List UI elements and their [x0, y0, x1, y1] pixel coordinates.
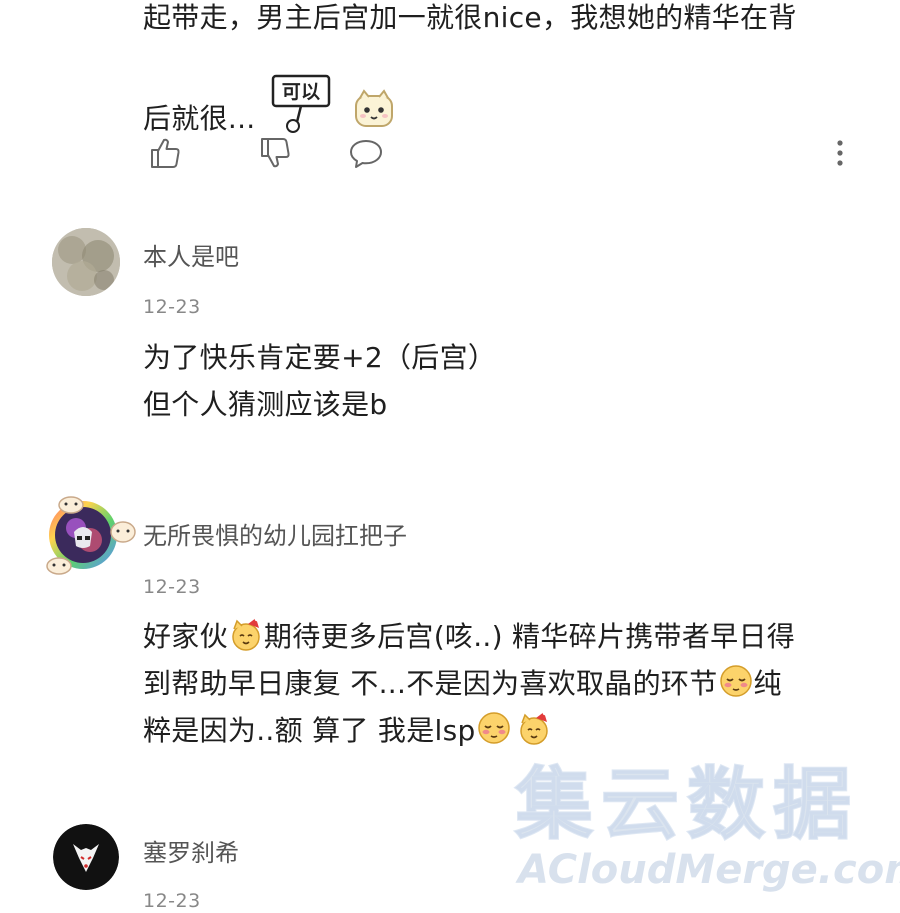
comment-action-bar [148, 136, 858, 176]
reply-button[interactable] [348, 136, 384, 172]
comment-text-segment: 粹是因为..额 算了 我是lsp [143, 714, 476, 747]
comment-line: 好家伙 期待更多后宫(咳..) 精华碎片携带者早日得 [143, 616, 795, 657]
cat-paw-sticker-icon [44, 554, 74, 580]
cat-paw-sticker-icon [108, 518, 138, 548]
more-button[interactable] [828, 136, 852, 172]
top-comment-line2: 后就很... 可以 [143, 72, 396, 139]
bear-face-icon [352, 88, 396, 130]
like-icon [151, 138, 180, 168]
dislike-icon [261, 138, 290, 168]
comment-date: 12-23 [143, 576, 201, 598]
comment-line: 粹是因为..额 算了 我是lsp [143, 710, 552, 751]
avatar[interactable] [52, 228, 120, 296]
sign-sticker-text: 可以 [281, 81, 320, 103]
comment-line: 到帮助早日康复 不...不是因为喜欢取晶的环节 纯 [143, 663, 782, 704]
comment-text-segment: 纯 [753, 667, 782, 700]
like-button[interactable] [148, 136, 184, 172]
watermark-cn: 集云数据 [514, 759, 860, 851]
comment-line: 为了快乐肯定要+2（后宫） [143, 341, 497, 374]
avatar[interactable] [53, 824, 119, 890]
comment-date: 12-23 [143, 890, 201, 912]
comment-date: 12-23 [143, 296, 201, 318]
comment-text-segment: 到帮助早日康复 不...不是因为喜欢取晶的环节 [143, 667, 718, 700]
comment-username[interactable]: 本人是吧 [143, 242, 239, 272]
comment-username[interactable]: 无所畏惧的幼儿园扛把子 [143, 521, 407, 551]
cat-santa-emoji-icon [228, 616, 264, 652]
comment-text-segment: 期待更多后宫(咳..) 精华碎片携带者早日得 [263, 620, 796, 653]
shy-face-emoji-icon [718, 663, 754, 699]
avatar-image-3 [53, 824, 119, 890]
comment-text-segment: 好家伙 [143, 620, 228, 653]
top-comment-line2-text: 后就很... [143, 102, 256, 135]
reply-icon [350, 140, 382, 168]
sign-sticker-icon: 可以 [269, 72, 339, 138]
comment-line: 但个人猜测应该是b [143, 388, 388, 421]
more-icon [837, 140, 843, 166]
comment-username[interactable]: 塞罗刹希 [143, 838, 239, 868]
shy-face-emoji-icon [476, 710, 512, 746]
dislike-button[interactable] [258, 136, 294, 172]
cat-santa-emoji-icon [516, 710, 552, 746]
avatar-image-1 [52, 228, 120, 296]
watermark-en: ACloudMerge.com [518, 847, 900, 893]
top-comment-line1: 起带走，男主后宫加一就很nice，我想她的精华在背 [143, 1, 797, 34]
cat-paw-sticker-icon [56, 492, 86, 518]
